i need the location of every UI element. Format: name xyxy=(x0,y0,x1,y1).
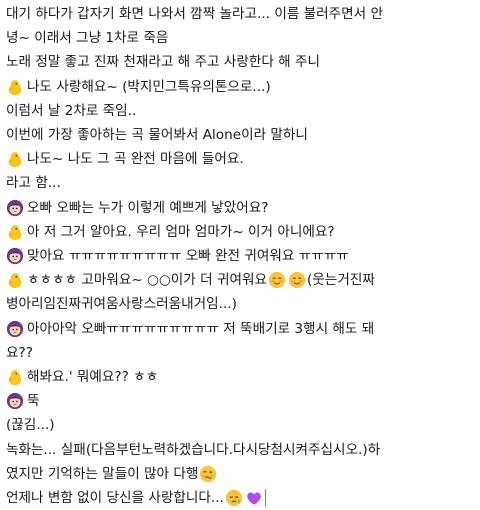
blush-smile-emoji xyxy=(268,271,286,289)
text-line-8: 라고 함... xyxy=(6,175,61,192)
memo-text[interactable]: 대기 하다가 갑자기 화면 나와서 깜짝 놀라고... 이름 불러주면서 안 녕… xyxy=(0,0,480,508)
text-line-6: 이번에 가장 좋아하는 곡 물어봐서 Alone이라 말하니 xyxy=(6,127,308,144)
purple-heart-emoji xyxy=(245,489,263,507)
text-line-15: 요?? xyxy=(6,344,33,361)
purple-face-icon xyxy=(6,247,24,265)
text-line-9: 오빠 오빠는 누가 이렇게 예쁘게 낳았어요? xyxy=(6,196,474,220)
purple-face-icon xyxy=(6,199,24,217)
chick-icon xyxy=(6,368,24,386)
chick-icon xyxy=(6,271,24,289)
text-line-17: 뚝 xyxy=(6,389,474,413)
text-line-12: ㅎㅎㅎㅎ 고마워요~ ○○이가 더 귀여워요 (웃는거진짜 xyxy=(6,268,474,292)
text-line-11: 맞아요 ㅠㅠㅠㅠㅠㅠㅠㅠㅠ 오빠 완전 귀여워요 ㅠㅠㅠㅠ xyxy=(6,244,474,268)
purple-face-icon xyxy=(6,320,24,338)
text-line-1: 대기 하다가 갑자기 화면 나와서 깜짝 놀라고... 이름 불러주면서 안 xyxy=(6,6,384,22)
text-line-4: 나도 사랑해요~ (박지민그특유의톤으로...) xyxy=(6,75,474,99)
text-line-20: 였지만 기억하는 말들이 많아 다행 xyxy=(6,462,474,486)
text-line-2: 녕~ 이래서 그냥 1차로 죽음 xyxy=(6,30,169,47)
text-line-10: 아 저 그거 알아요. 우리 엄마 엄마가~ 이거 아니에요? xyxy=(6,220,474,244)
text-line-7: 나도~ 나도 그 곡 완전 마음에 들어요. xyxy=(6,147,474,171)
crying-face-emoji xyxy=(225,489,243,507)
text-line-14: 아아아악 오빠ㅠㅠㅠㅠㅠㅠㅠㅠㅠ 저 뚝배기로 3행시 해도 돼 xyxy=(6,317,474,341)
chick-icon xyxy=(6,150,24,168)
text-cursor xyxy=(264,489,266,508)
text-line-16: 해봐요.' 뭐예요?? ㅎㅎ xyxy=(6,365,474,389)
text-line-5: 이럼서 날 2차로 죽임.. xyxy=(6,102,137,119)
blush-smile-emoji xyxy=(288,271,306,289)
text-line-21: 언제나 변함 없이 당신을 사랑합니다... xyxy=(6,486,474,510)
purple-face-icon xyxy=(6,392,24,410)
text-line-19: 녹화는... 실패(다음부턴노력하겠습니다.다시당첨시켜주십시오.)하 xyxy=(6,441,381,458)
chick-icon xyxy=(6,223,24,241)
chick-icon xyxy=(6,78,24,96)
text-line-18: (끊김...) xyxy=(6,417,55,434)
woozy-face-emoji xyxy=(199,465,217,483)
text-line-13: 병아리임진짜귀여움사랑스러움내거임...) xyxy=(6,296,237,313)
text-line-3: 노래 정말 좋고 진짜 천재라고 해 주고 사랑한다 해 주니 xyxy=(6,54,321,71)
